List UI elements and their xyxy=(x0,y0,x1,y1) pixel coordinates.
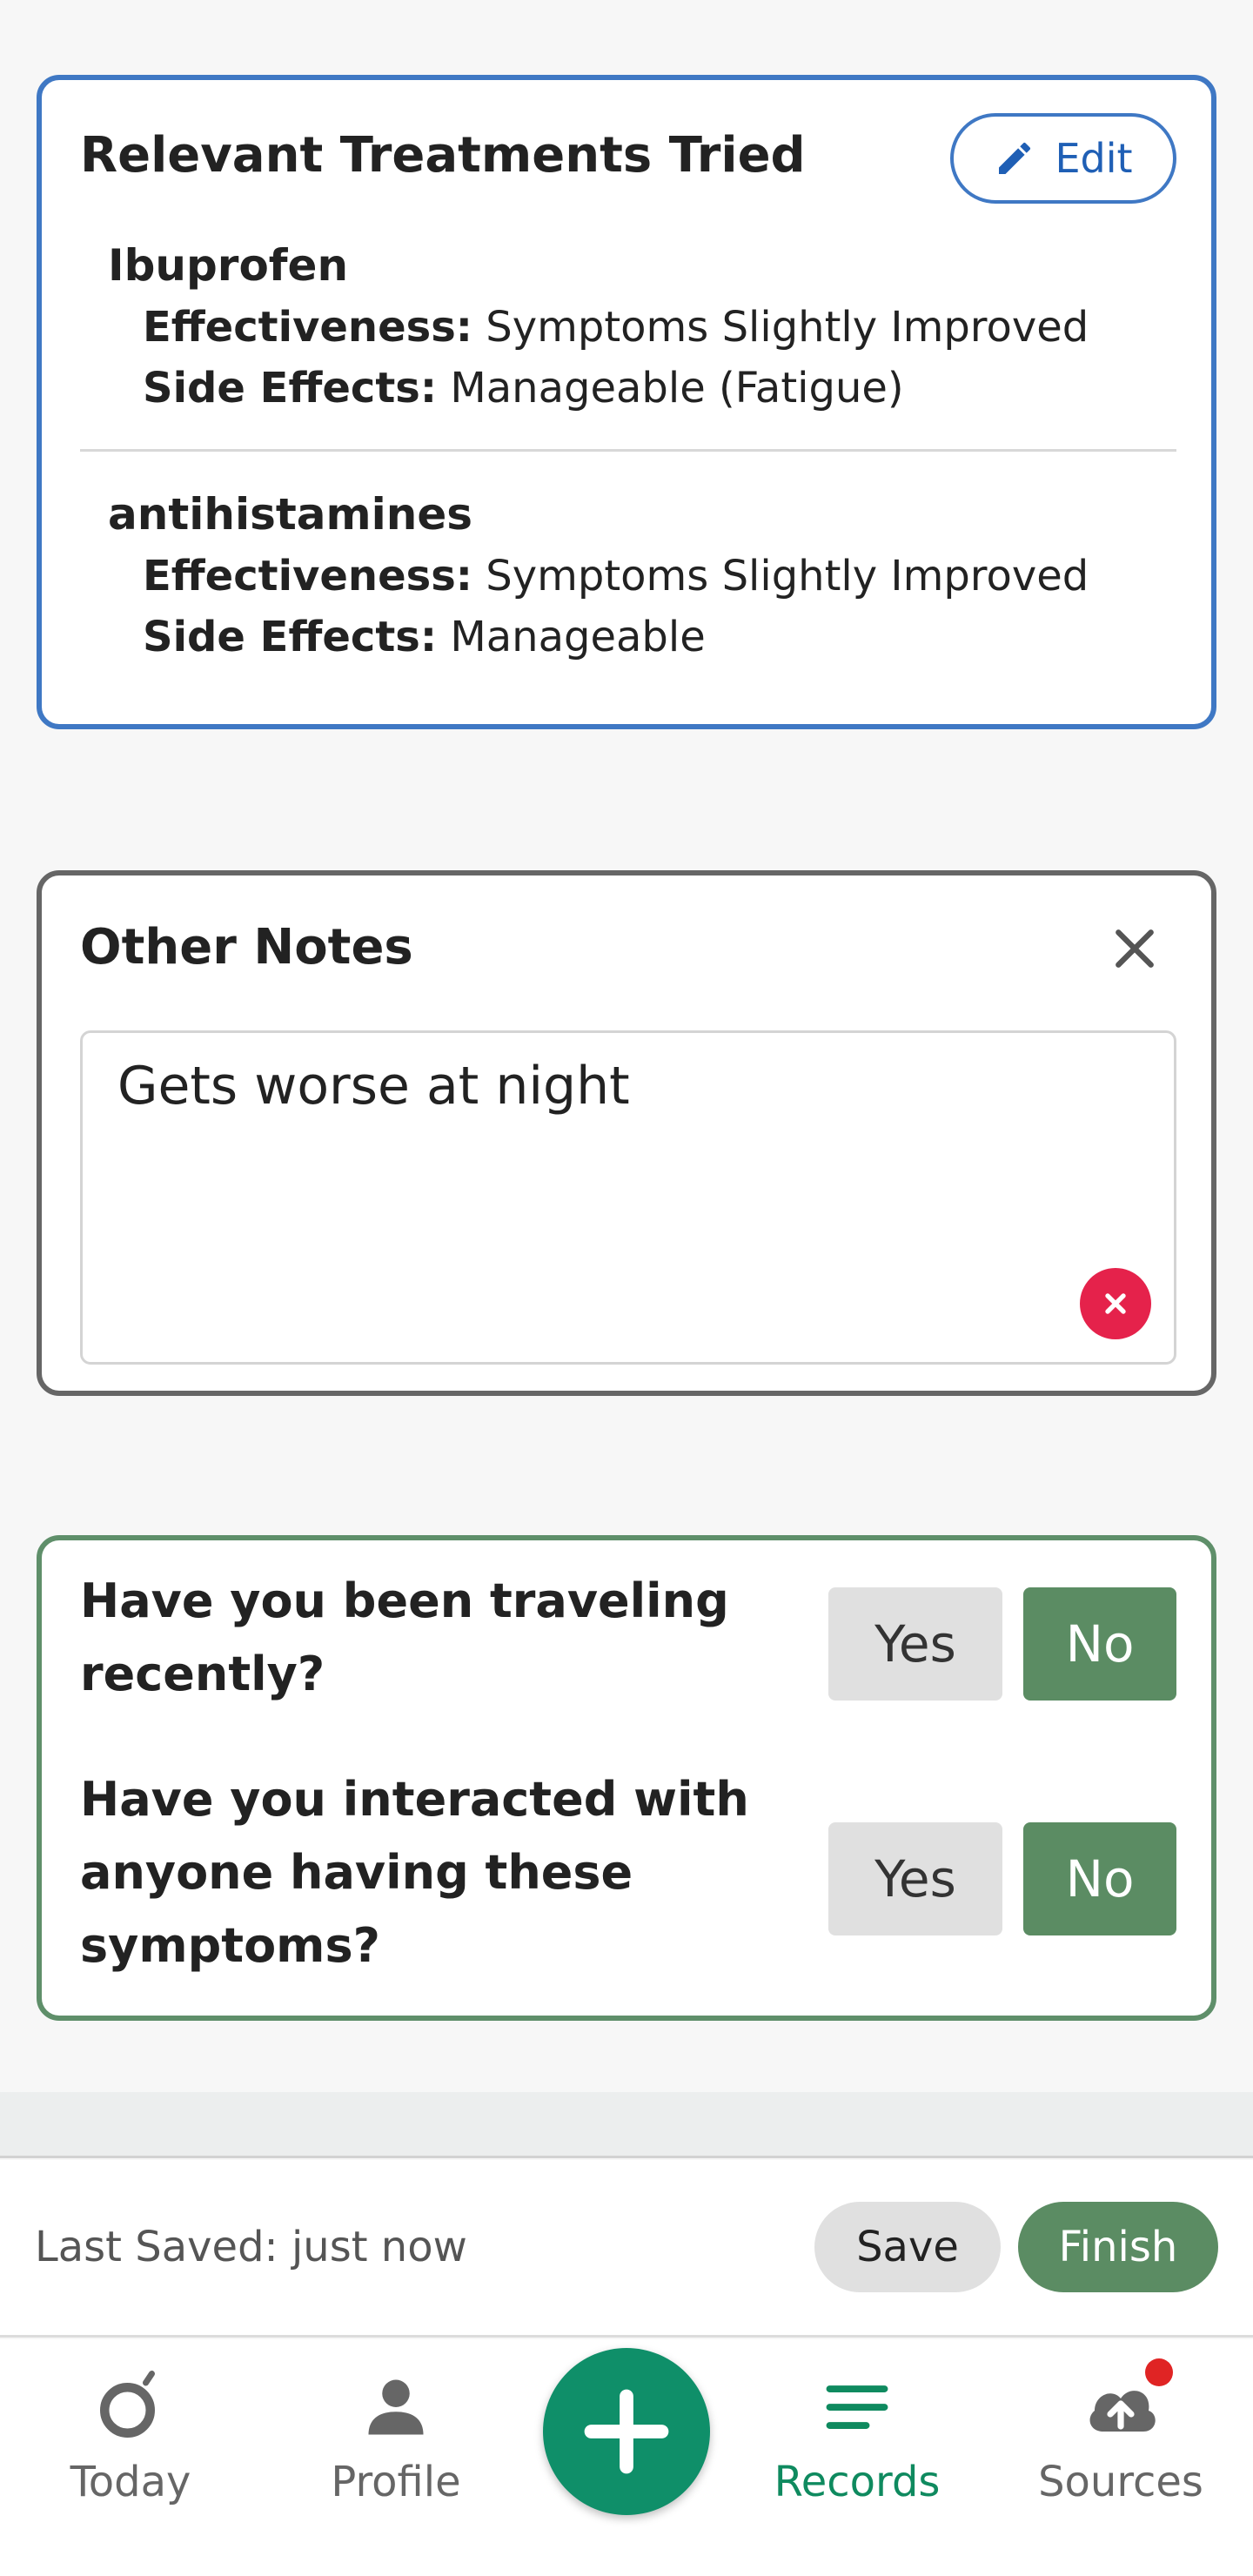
notes-title: Other Notes xyxy=(80,919,413,976)
edit-label: Edit xyxy=(1055,135,1133,182)
nav-label: Profile xyxy=(331,2458,461,2506)
side-effects-row: Side Effects: Manageable (Fatigue) xyxy=(143,364,1176,413)
divider xyxy=(80,449,1176,452)
notes-textarea[interactable]: Gets worse at night xyxy=(80,1030,1176,1365)
bottom-nav: Today Profile Records Sources xyxy=(0,2339,1253,2576)
cloud-upload-icon xyxy=(1079,2358,1173,2449)
treatment-name: Ibuprofen xyxy=(108,240,349,291)
effectiveness-label: Effectiveness: xyxy=(143,552,472,600)
pencil-icon xyxy=(999,142,1031,174)
person-icon xyxy=(354,2365,438,2449)
treatments-title: Relevant Treatments Tried xyxy=(80,127,806,184)
nav-item-profile[interactable]: Profile xyxy=(283,2365,509,2506)
treatment-item: antihistamines Effectiveness: Symptoms S… xyxy=(108,489,1176,661)
plus-icon xyxy=(584,2389,669,2474)
save-bar: Last Saved: just now Save Finish xyxy=(0,2160,1253,2338)
notes-text: Gets worse at night xyxy=(117,1056,630,1117)
nav-label: Today xyxy=(70,2458,191,2506)
nav-item-records[interactable]: Records xyxy=(744,2365,970,2506)
treatment-item: Ibuprofen Effectiveness: Symptoms Slight… xyxy=(108,240,1176,413)
today-ring-icon xyxy=(89,2365,172,2449)
clear-x-icon xyxy=(1105,1293,1126,1314)
question-traveling: Have you been traveling recently? xyxy=(80,1573,729,1701)
page: Relevant Treatments Tried Edit Ibuprofen… xyxy=(0,0,1253,2576)
notification-badge xyxy=(1145,2358,1173,2386)
treatment-name: antihistamines xyxy=(108,489,473,540)
treatments-card: Relevant Treatments Tried Edit Ibuprofen… xyxy=(37,75,1216,729)
side-effects-label: Side Effects: xyxy=(143,613,438,661)
side-effects-value: Manageable xyxy=(450,613,706,661)
effectiveness-label: Effectiveness: xyxy=(143,303,472,352)
save-button[interactable]: Save xyxy=(814,2202,1001,2292)
effectiveness-value: Symptoms Slightly Improved xyxy=(486,552,1089,600)
nav-label: Sources xyxy=(1038,2458,1203,2506)
nav-item-sources[interactable]: Sources xyxy=(1008,2358,1234,2506)
finish-button[interactable]: Finish xyxy=(1018,2202,1218,2292)
questions-card: Have you been traveling recently? Yes No… xyxy=(37,1535,1216,2021)
clear-text-button[interactable] xyxy=(1080,1268,1151,1339)
traveling-no-button[interactable]: No xyxy=(1023,1587,1176,1701)
close-icon[interactable] xyxy=(1107,921,1163,976)
other-notes-card: Other Notes Gets worse at night xyxy=(37,870,1216,1396)
last-saved-status: Last Saved: just now xyxy=(35,2223,467,2271)
effectiveness-value: Symptoms Slightly Improved xyxy=(486,303,1089,352)
records-lines-icon xyxy=(815,2365,899,2449)
effectiveness-row: Effectiveness: Symptoms Slightly Improve… xyxy=(143,552,1176,600)
contact-no-button[interactable]: No xyxy=(1023,1822,1176,1935)
side-effects-value: Manageable (Fatigue) xyxy=(450,364,904,413)
nav-item-today[interactable]: Today xyxy=(17,2365,244,2506)
add-record-button[interactable] xyxy=(543,2348,710,2515)
effectiveness-row: Effectiveness: Symptoms Slightly Improve… xyxy=(143,303,1176,352)
section-separator xyxy=(0,2092,1253,2158)
side-effects-label: Side Effects: xyxy=(143,364,438,413)
question-contact: Have you interacted with anyone having t… xyxy=(80,1772,749,1973)
edit-button[interactable]: Edit xyxy=(950,113,1176,204)
traveling-yes-button[interactable]: Yes xyxy=(828,1587,1002,1701)
contact-yes-button[interactable]: Yes xyxy=(828,1822,1002,1935)
nav-label: Records xyxy=(774,2458,941,2506)
side-effects-row: Side Effects: Manageable xyxy=(143,613,1176,661)
